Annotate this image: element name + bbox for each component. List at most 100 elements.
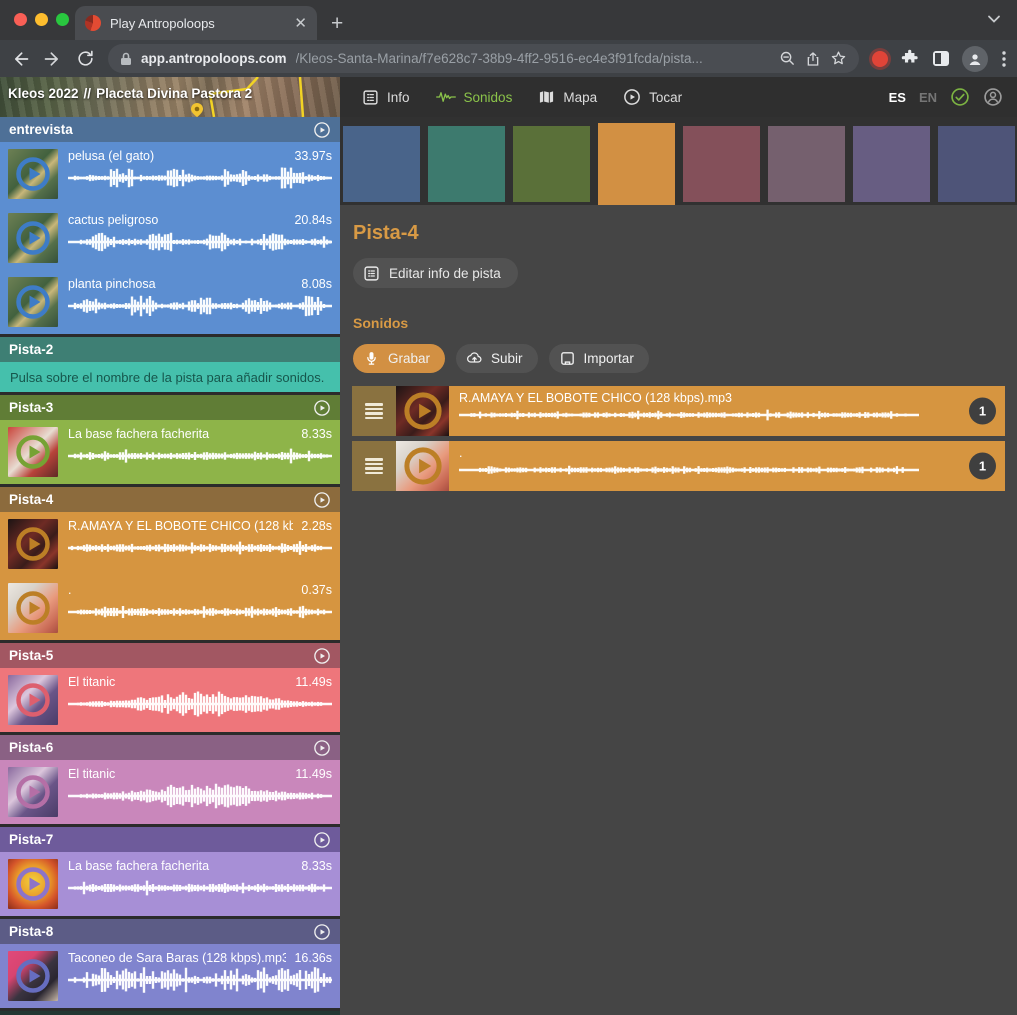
sound-row[interactable]: .0.37s <box>0 576 340 640</box>
sound-waveform[interactable] <box>68 535 332 569</box>
play-track-icon[interactable] <box>313 831 331 849</box>
track-color-swatch-2[interactable] <box>428 126 505 202</box>
play-track-icon[interactable] <box>313 121 331 139</box>
extensions-puzzle-icon[interactable] <box>901 49 920 68</box>
play-sound-icon[interactable] <box>15 284 51 320</box>
track-header[interactable]: Pista-8 <box>0 919 340 944</box>
grabar-button[interactable]: Grabar <box>353 344 445 373</box>
sound-thumbnail[interactable] <box>8 519 58 569</box>
record-extension-icon[interactable] <box>872 51 888 67</box>
track-color-swatch-7[interactable] <box>853 126 930 202</box>
track-color-swatch-6[interactable] <box>768 126 845 202</box>
nav-tab-mapa[interactable]: Mapa <box>538 89 597 105</box>
sound-waveform[interactable] <box>68 783 332 817</box>
nav-tab-info[interactable]: Info <box>362 89 410 106</box>
forward-button[interactable] <box>43 49 63 69</box>
sound-row[interactable]: El titanic11.49s <box>0 668 340 732</box>
address-bar[interactable]: app.antropoloops.com /Kleos-Santa-Marina… <box>108 44 859 73</box>
play-sound-icon[interactable] <box>403 446 443 486</box>
sound-waveform[interactable] <box>68 967 332 1001</box>
sound-thumbnail[interactable] <box>8 951 58 1001</box>
play-sound-icon[interactable] <box>15 434 51 470</box>
edit-track-info-button[interactable]: Editar info de pista <box>353 258 518 288</box>
play-sound-icon[interactable] <box>15 682 51 718</box>
play-sound-icon[interactable] <box>403 391 443 431</box>
sound-thumbnail[interactable] <box>8 149 58 199</box>
importar-button[interactable]: Importar <box>549 344 649 373</box>
lang-es-button[interactable]: ES <box>889 90 906 105</box>
window-close-button[interactable] <box>14 13 27 26</box>
sound-waveform[interactable] <box>68 165 332 199</box>
sound-thumbnail[interactable] <box>396 386 449 436</box>
sound-waveform[interactable] <box>68 229 332 263</box>
track-header[interactable]: Pista-5 <box>0 643 340 668</box>
subir-button[interactable]: Subir <box>456 344 538 373</box>
sound-row[interactable]: La base fachera facherita8.33s <box>0 420 340 484</box>
zoom-out-icon[interactable] <box>779 50 796 67</box>
sound-row[interactable]: pelusa (el gato)33.97s <box>0 142 340 206</box>
tab-search-chevron-icon[interactable] <box>987 12 1001 31</box>
track-color-swatch-5[interactable] <box>683 126 760 202</box>
play-track-icon[interactable] <box>313 491 331 509</box>
sound-row[interactable]: R.AMAYA Y EL BOBOTE CHICO (128 kbps)....… <box>0 512 340 576</box>
sound-waveform[interactable] <box>68 293 332 327</box>
back-button[interactable] <box>10 49 30 69</box>
play-sound-icon[interactable] <box>15 590 51 626</box>
play-sound-icon[interactable] <box>15 220 51 256</box>
track-header[interactable]: entrevista <box>0 117 340 142</box>
play-track-icon[interactable] <box>313 647 331 665</box>
play-track-icon[interactable] <box>313 923 331 941</box>
sound-row[interactable]: La base fachera facherita8.33s <box>0 852 340 916</box>
play-sound-icon[interactable] <box>15 866 51 902</box>
track-color-swatch-4[interactable] <box>598 123 675 205</box>
nav-tab-tocar[interactable]: Tocar <box>623 88 682 106</box>
sound-thumbnail[interactable] <box>8 583 58 633</box>
sound-waveform[interactable] <box>68 443 332 477</box>
window-zoom-button[interactable] <box>56 13 69 26</box>
track-header[interactable]: Pista-7 <box>0 827 340 852</box>
reload-button[interactable] <box>76 49 95 68</box>
drag-handle[interactable] <box>352 386 396 436</box>
sound-waveform[interactable] <box>459 406 919 432</box>
browser-tab[interactable]: Play Antropoloops ✕ <box>75 6 317 40</box>
drag-handle[interactable] <box>352 441 396 491</box>
play-sound-icon[interactable] <box>15 958 51 994</box>
sound-thumbnail[interactable] <box>8 213 58 263</box>
sound-thumbnail[interactable] <box>8 859 58 909</box>
track-header[interactable]: Pista-6 <box>0 735 340 760</box>
track-color-swatch-1[interactable] <box>343 126 420 202</box>
sound-row[interactable]: planta pinchosa8.08s <box>0 270 340 334</box>
lock-icon[interactable] <box>120 52 132 66</box>
nav-tab-sonidos[interactable]: Sonidos <box>436 89 513 105</box>
track-header[interactable]: Pista-4 <box>0 487 340 512</box>
play-sound-icon[interactable] <box>15 774 51 810</box>
sound-row[interactable]: El titanic11.49s <box>0 760 340 824</box>
sound-thumbnail[interactable] <box>8 675 58 725</box>
sound-thumbnail[interactable] <box>8 767 58 817</box>
sound-row[interactable]: Taconeo de Sara Baras (128 kbps).mp316.3… <box>0 944 340 1008</box>
new-tab-button[interactable]: + <box>331 13 343 34</box>
share-icon[interactable] <box>805 50 821 68</box>
sound-thumbnail[interactable] <box>396 441 449 491</box>
track-sound-row[interactable]: R.AMAYA Y EL BOBOTE CHICO (128 kbps).mp3… <box>352 386 1005 436</box>
window-minimize-button[interactable] <box>35 13 48 26</box>
browser-menu-icon[interactable] <box>1001 50 1007 68</box>
sound-thumbnail[interactable] <box>8 277 58 327</box>
track-color-swatch-8[interactable] <box>938 126 1015 202</box>
sound-waveform[interactable] <box>68 691 332 725</box>
sound-thumbnail[interactable] <box>8 427 58 477</box>
sound-waveform[interactable] <box>459 461 919 487</box>
track-color-swatch-3[interactable] <box>513 126 590 202</box>
lang-en-button[interactable]: EN <box>919 90 937 105</box>
bookmark-star-icon[interactable] <box>830 50 847 67</box>
account-icon[interactable] <box>983 87 1003 107</box>
play-sound-icon[interactable] <box>15 526 51 562</box>
tab-close-icon[interactable]: ✕ <box>294 16 307 31</box>
sound-waveform[interactable] <box>68 599 332 633</box>
track-sound-row[interactable]: .1 <box>352 441 1005 491</box>
track-header[interactable]: Pista-3 <box>0 395 340 420</box>
profile-avatar[interactable] <box>962 46 988 72</box>
play-track-icon[interactable] <box>313 739 331 757</box>
track-header[interactable]: Pista-2 <box>0 337 340 362</box>
sound-waveform[interactable] <box>68 875 332 909</box>
